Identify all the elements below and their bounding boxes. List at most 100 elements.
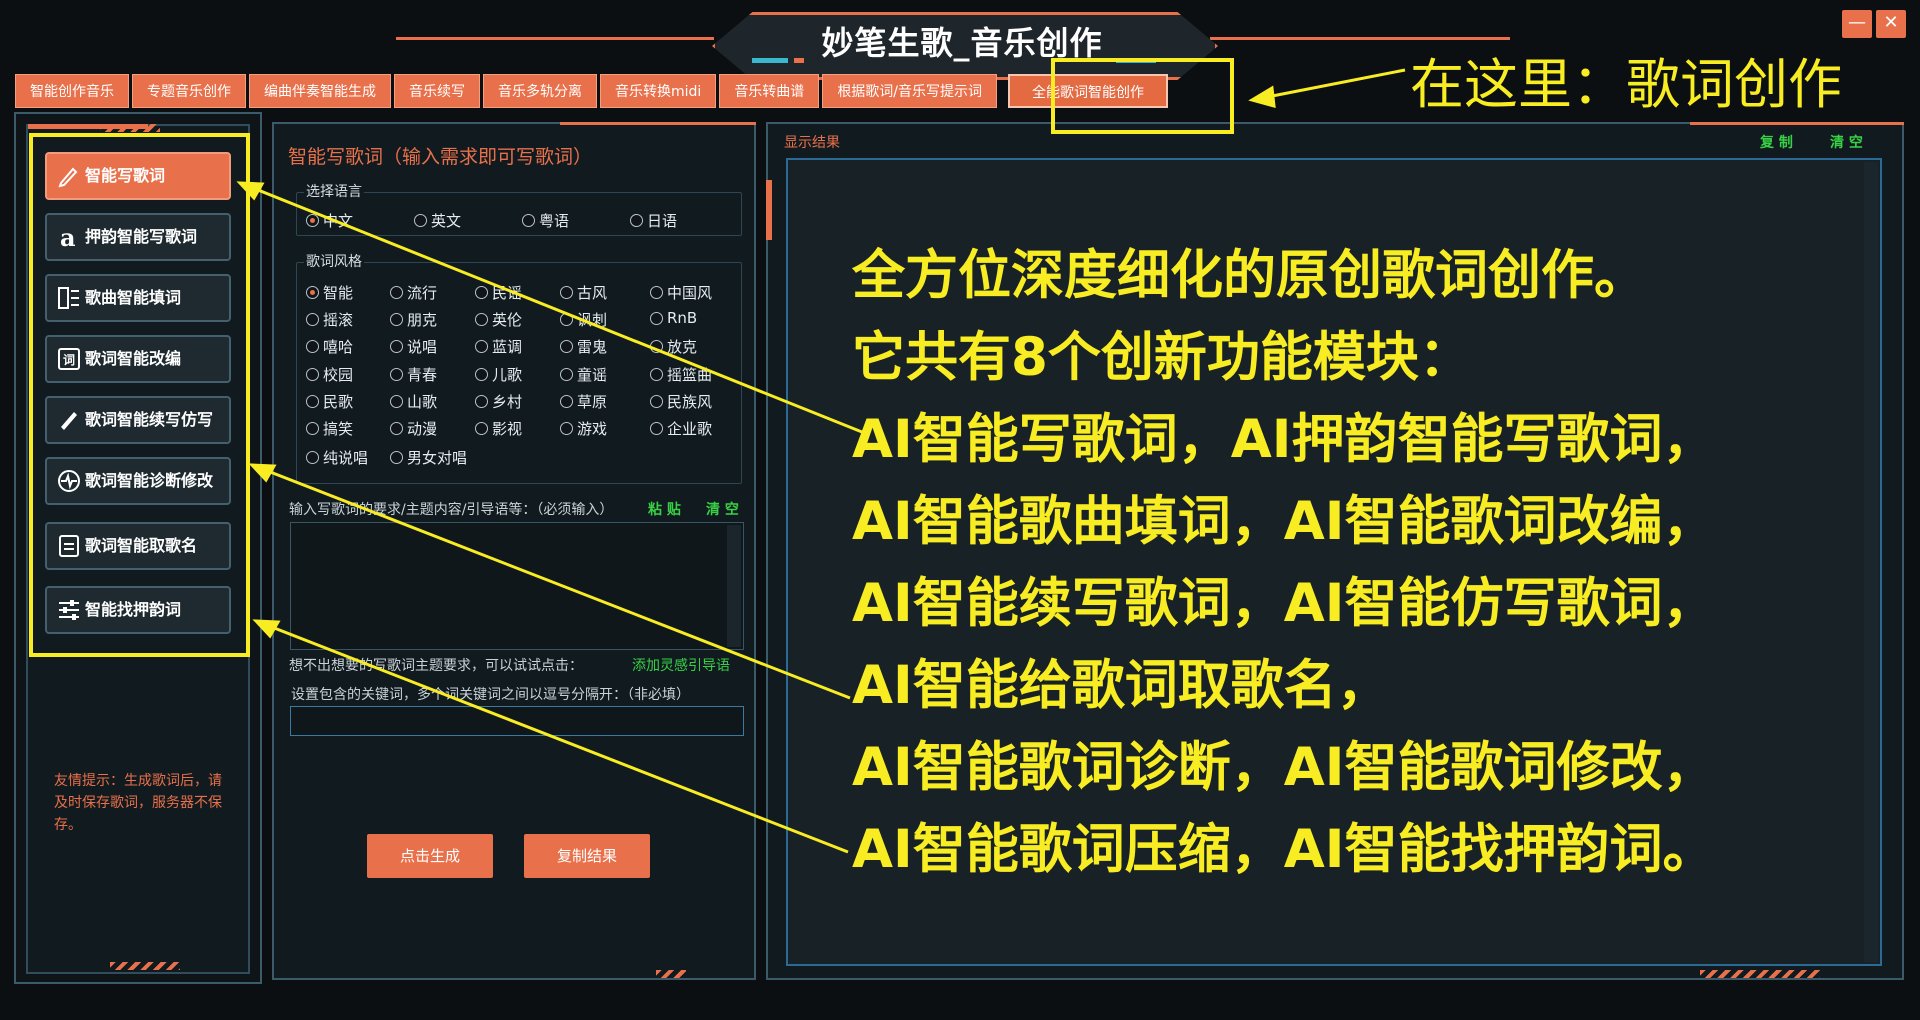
copy-button[interactable]: 复 制 xyxy=(1760,132,1793,152)
radio-label: 讽刺 xyxy=(577,311,608,329)
radio-icon xyxy=(414,214,427,227)
radio-icon xyxy=(650,395,663,408)
radio-label: 儿歌 xyxy=(492,366,523,384)
radio-style-option[interactable]: 企业歌 xyxy=(650,418,712,439)
radio-style-option[interactable]: 影视 xyxy=(475,418,522,439)
result-line: 它共有8个创新功能模块： xyxy=(852,327,1472,388)
radio-icon xyxy=(390,422,403,435)
tab-to-score[interactable]: 音乐转曲谱 xyxy=(719,74,820,108)
radio-style-option[interactable]: 放克 xyxy=(650,336,697,357)
radio-style-option[interactable]: 朋克 xyxy=(390,309,437,330)
tab-arrangement[interactable]: 编曲伴奏智能生成 xyxy=(249,74,391,108)
radio-style-option[interactable]: 儿歌 xyxy=(475,364,522,385)
radio-style-option[interactable]: 校园 xyxy=(306,364,353,385)
radio-label: 纯说唱 xyxy=(323,449,369,467)
radio-icon xyxy=(306,422,319,435)
tab-music-continue[interactable]: 音乐续写 xyxy=(394,74,480,108)
radio-label: 童谣 xyxy=(577,366,608,384)
radio-style-option[interactable]: 蓝调 xyxy=(475,336,522,357)
radio-style-option[interactable]: 草原 xyxy=(560,391,607,412)
tab-to-midi[interactable]: 音乐转换midi xyxy=(600,74,717,108)
clear-result-button[interactable]: 清 空 xyxy=(1830,132,1863,152)
radio-style-option[interactable]: 智能 xyxy=(306,282,353,303)
radio-label: 古风 xyxy=(577,284,608,302)
radio-icon xyxy=(390,368,403,381)
radio-style-option[interactable]: 纯说唱 xyxy=(306,447,368,468)
radio-icon xyxy=(650,422,663,435)
radio-style-option[interactable]: 中国风 xyxy=(650,282,712,303)
tip-text: 友情提示：生成歌词后，请及时保存歌词，服务器不保存。 xyxy=(54,773,222,833)
radio-label: 日语 xyxy=(647,212,678,230)
radio-label: 企业歌 xyxy=(667,420,713,438)
radio-icon xyxy=(390,286,403,299)
radio-style-option[interactable]: 动漫 xyxy=(390,418,437,439)
radio-style-option[interactable]: 青春 xyxy=(390,364,437,385)
radio-style-option[interactable]: 英伦 xyxy=(475,309,522,330)
result-side-bar xyxy=(766,180,772,240)
radio-icon xyxy=(306,340,319,353)
radio-style-option[interactable]: 乡村 xyxy=(475,391,522,412)
minimize-button[interactable]: — xyxy=(1842,10,1872,38)
generate-button[interactable]: 点击生成 xyxy=(367,834,493,878)
tab-prompt-writing[interactable]: 根据歌词/音乐写提示词 xyxy=(822,74,998,108)
radio-icon xyxy=(650,340,663,353)
radio-style-option[interactable]: 嘻哈 xyxy=(306,336,353,357)
radio-label: 民歌 xyxy=(323,393,354,411)
arrowhead xyxy=(1248,85,1276,109)
radio-style-option[interactable]: 古风 xyxy=(560,282,607,303)
tab-topic-music[interactable]: 专题音乐创作 xyxy=(132,74,246,108)
radio-label: 草原 xyxy=(577,393,608,411)
close-button[interactable]: ✕ xyxy=(1876,10,1906,38)
result-line: AI智能歌词诊断，AI智能歌词修改， xyxy=(852,737,1716,798)
radio-style-option[interactable]: 民族风 xyxy=(650,391,712,412)
radio-language-ja[interactable]: 日语 xyxy=(630,210,677,231)
clear-input-button[interactable]: 清 空 xyxy=(706,499,739,519)
radio-icon xyxy=(560,422,573,435)
result-top-bar xyxy=(1690,122,1904,125)
radio-label: 青春 xyxy=(407,366,438,384)
radio-style-option[interactable]: 童谣 xyxy=(560,364,607,385)
radio-icon xyxy=(390,313,403,326)
radio-style-option[interactable]: 山歌 xyxy=(390,391,437,412)
result-scrollbar[interactable] xyxy=(1864,162,1878,962)
radio-style-option[interactable]: 摇篮曲 xyxy=(650,364,712,385)
keywords-label: 设置包含的关键词，多个词关键词之间以逗号分隔开：（非必填） xyxy=(291,687,690,703)
radio-style-option[interactable]: 讽刺 xyxy=(560,309,607,330)
copy-result-button[interactable]: 复制结果 xyxy=(524,834,650,878)
radio-style-option[interactable]: 游戏 xyxy=(560,418,607,439)
radio-style-option[interactable]: 民歌 xyxy=(306,391,353,412)
textarea-scrollbar[interactable] xyxy=(727,525,741,647)
radio-style-option[interactable]: 说唱 xyxy=(390,336,437,357)
radio-style-option[interactable]: 民谣 xyxy=(475,282,522,303)
tab-track-separation[interactable]: 音乐多轨分离 xyxy=(483,74,597,108)
radio-label: 动漫 xyxy=(407,420,438,438)
radio-style-option[interactable]: 搞笑 xyxy=(306,418,353,439)
hint-label: 想不出想要的写歌词主题要求，可以试试点击： xyxy=(289,658,583,674)
radio-icon xyxy=(475,422,488,435)
requirement-textarea[interactable] xyxy=(290,522,744,650)
radio-style-option[interactable]: RnB xyxy=(650,309,697,327)
radio-icon xyxy=(475,340,488,353)
language-label: 选择语言 xyxy=(304,181,364,201)
radio-language-en[interactable]: 英文 xyxy=(414,210,461,231)
radio-icon xyxy=(306,451,319,464)
radio-style-option[interactable]: 摇滚 xyxy=(306,309,353,330)
keywords-input[interactable] xyxy=(290,706,744,736)
tab-smart-music[interactable]: 智能创作音乐 xyxy=(15,74,129,108)
radio-label: 影视 xyxy=(492,420,523,438)
style-label: 歌词风格 xyxy=(304,251,364,271)
radio-icon xyxy=(475,286,488,299)
radio-style-option[interactable]: 流行 xyxy=(390,282,437,303)
radio-style-option[interactable]: 男女对唱 xyxy=(390,447,467,468)
tab-bar: 智能创作音乐 专题音乐创作 编曲伴奏智能生成 音乐续写 音乐多轨分离 音乐转换m… xyxy=(15,74,1169,110)
radio-label: 乡村 xyxy=(492,393,523,411)
radio-language-yue[interactable]: 粤语 xyxy=(522,210,569,231)
radio-label: 粤语 xyxy=(539,212,570,230)
radio-checked-icon xyxy=(306,214,319,227)
form-hatch xyxy=(656,970,686,978)
paste-button[interactable]: 粘 贴 xyxy=(648,499,681,519)
add-inspiration-link[interactable]: 添加灵感引导语 xyxy=(632,655,730,675)
radio-icon xyxy=(560,368,573,381)
radio-language-zh[interactable]: 中文 xyxy=(306,210,353,231)
radio-style-option[interactable]: 雷鬼 xyxy=(560,336,607,357)
